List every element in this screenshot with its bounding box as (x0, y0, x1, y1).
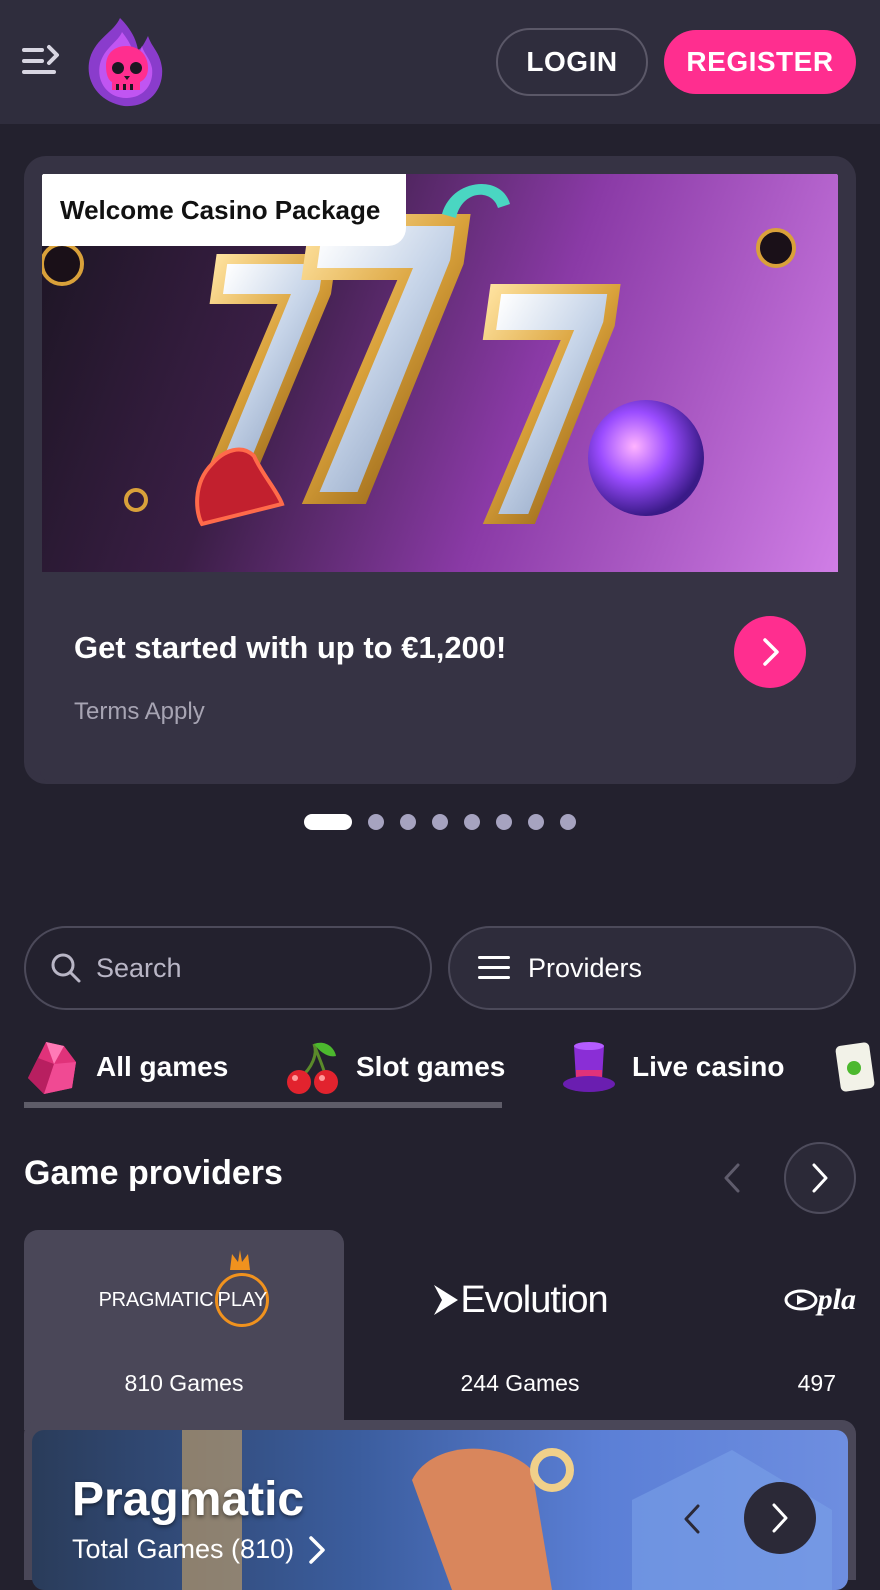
carousel-dot[interactable] (496, 814, 512, 830)
search-field[interactable] (24, 926, 432, 1010)
provider-logo: pla (696, 1240, 856, 1360)
playngo-logo-icon (784, 1289, 818, 1311)
provider-card-playngo[interactable]: pla 497 (696, 1230, 880, 1430)
tab-all-games[interactable]: All games (24, 1034, 228, 1100)
promo-card[interactable]: Welcome Casino Package Get started with … (24, 156, 856, 784)
provider-logo-text: pla (817, 1283, 856, 1316)
featured-provider-name: Pragmatic (72, 1473, 305, 1526)
hamburger-icon (478, 956, 510, 979)
tab-label: Slot games (356, 1051, 506, 1082)
promo-next-button[interactable] (734, 616, 806, 688)
chevron-left-icon (684, 1504, 700, 1534)
section-title: Game providers (24, 1154, 283, 1192)
featured-total-games-link[interactable]: Total Games (810) (72, 1534, 328, 1565)
featured-provider-banner[interactable]: Pragmatic Total Games (810) (32, 1430, 848, 1590)
providers-prev-button[interactable] (706, 1150, 758, 1206)
chevron-right-icon (772, 1503, 788, 1533)
tab-live-casino[interactable]: Live casino (560, 1034, 785, 1100)
provider-logo-text-b: PLAY (217, 1288, 268, 1311)
provider-logo: PRAGMATIC PLAY (24, 1240, 344, 1360)
provider-games-count: 810 Games (124, 1370, 244, 1396)
carousel-dot[interactable] (368, 814, 384, 830)
carousel-dot[interactable] (432, 814, 448, 830)
carousel-pagination (304, 814, 592, 830)
tab-slot-games[interactable]: Slot games (284, 1034, 505, 1100)
tab-label: Live casino (632, 1051, 785, 1082)
category-tabs: All games Slot games Live casino (24, 1034, 880, 1110)
search-icon (51, 953, 81, 983)
search-input[interactable] (96, 952, 396, 984)
gem-icon (28, 1042, 76, 1094)
chevron-right-icon (309, 1535, 325, 1564)
provider-card-pragmatic[interactable]: PRAGMATIC PLAY 810 Games (24, 1230, 344, 1430)
promo-title: Get started with up to €1,200! (74, 630, 507, 665)
provider-carousel: PRAGMATIC PLAY 810 Games Evolution 244 G… (24, 1230, 880, 1430)
tab-more[interactable] (832, 1034, 880, 1100)
provider-logo-ring: PLAY (215, 1250, 270, 1327)
carousel-dot[interactable] (464, 814, 480, 830)
featured-next-button[interactable] (744, 1482, 816, 1554)
register-button[interactable]: REGISTER (664, 30, 856, 94)
provider-logo-text: Evolution (460, 1278, 608, 1321)
menu-icon[interactable] (22, 44, 60, 78)
featured-prev-button[interactable] (672, 1494, 712, 1544)
chevron-left-icon (724, 1163, 740, 1193)
carousel-dot[interactable] (528, 814, 544, 830)
carousel-dot[interactable] (400, 814, 416, 830)
chevron-right-icon (763, 638, 779, 666)
card-icon (835, 1042, 875, 1092)
providers-next-button[interactable] (784, 1142, 856, 1214)
tab-underline (24, 1102, 502, 1108)
carousel-dot[interactable] (304, 814, 352, 830)
tab-label: All games (96, 1051, 229, 1082)
provider-logo-text: PRAGMATIC (98, 1288, 214, 1311)
terms-link[interactable]: Terms Apply (74, 698, 205, 726)
top-header: LOGIN REGISTER (0, 0, 880, 124)
carousel-dot[interactable] (560, 814, 576, 830)
skull-logo-icon[interactable] (84, 14, 166, 110)
promo-tag: Welcome Casino Package (42, 174, 406, 246)
crown-icon (230, 1250, 251, 1270)
providers-button[interactable]: Providers (448, 926, 856, 1010)
promo-banner-image: Welcome Casino Package (42, 174, 838, 572)
cherry-icon (287, 1042, 338, 1094)
provider-card-evolution[interactable]: Evolution 244 Games (360, 1230, 680, 1430)
login-button[interactable]: LOGIN (496, 28, 648, 96)
providers-label: Providers (528, 952, 643, 983)
featured-total-games: Total Games (810) (72, 1534, 295, 1564)
promo-inner: Welcome Casino Package Get started with … (40, 170, 840, 782)
featured-provider-panel: Pragmatic Total Games (810) (24, 1420, 856, 1590)
provider-games-count: 244 Games (460, 1370, 580, 1396)
provider-games-count: 497 (797, 1370, 836, 1396)
chevron-right-icon (812, 1163, 828, 1193)
evolution-logo-icon (434, 1285, 459, 1315)
top-hat-icon (563, 1042, 615, 1092)
provider-logo: Evolution (360, 1240, 680, 1360)
